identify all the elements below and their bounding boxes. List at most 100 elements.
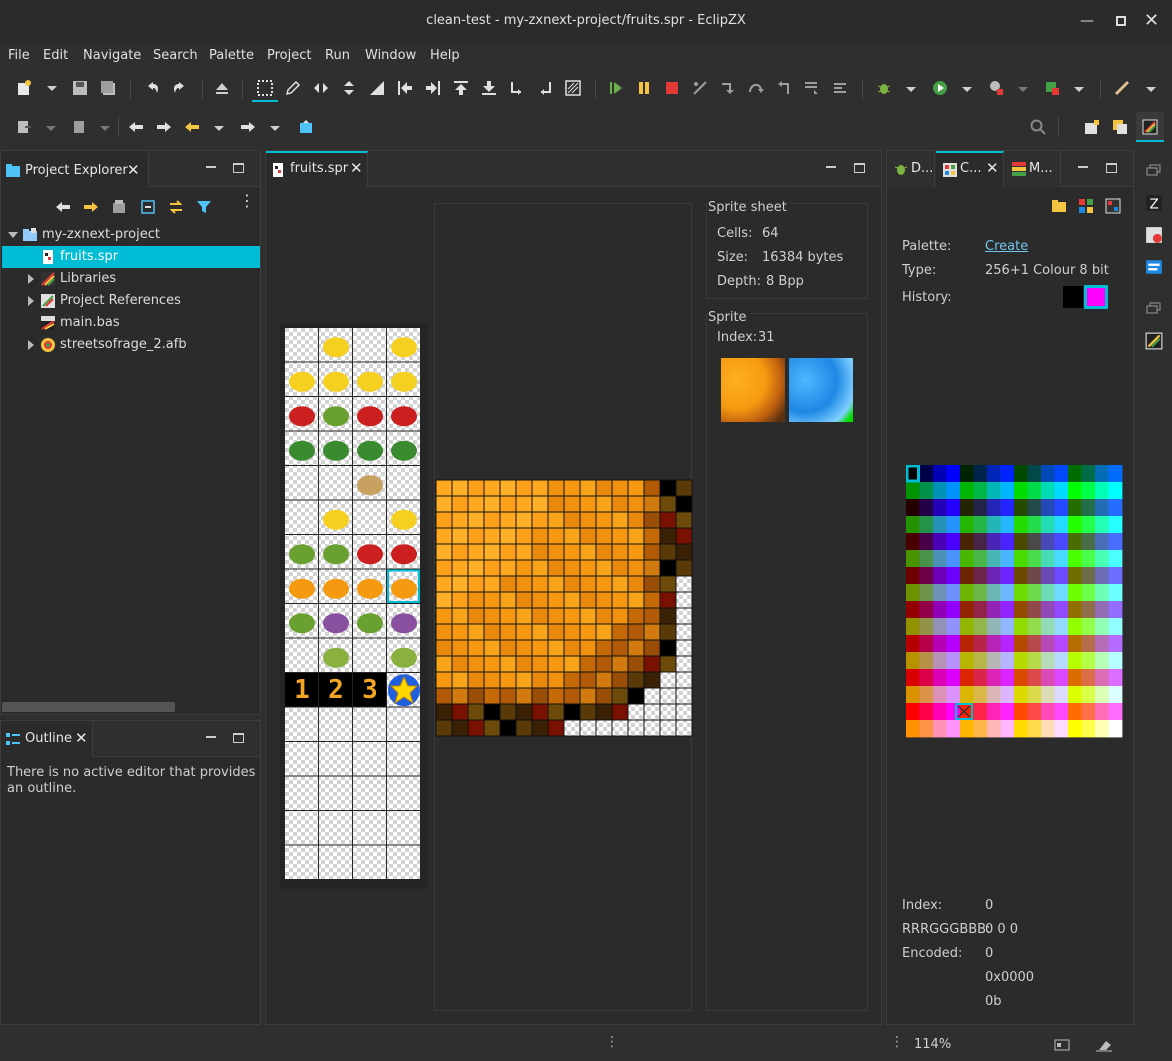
view-menu-icon[interactable]: ⋮ [239, 193, 255, 209]
pixel-cell[interactable] [499, 527, 517, 545]
palette-swatch[interactable] [946, 533, 961, 551]
palette-swatch[interactable] [933, 720, 947, 738]
palette-swatch[interactable] [987, 465, 1001, 483]
pixel-cell[interactable] [451, 559, 469, 577]
pixel-cell[interactable] [659, 543, 677, 561]
palette-swatch[interactable] [1014, 482, 1028, 500]
pixel-cell[interactable] [467, 527, 485, 545]
import-dropdown-icon[interactable] [46, 126, 56, 131]
pixel-cell[interactable] [675, 687, 693, 705]
palette-swatch[interactable] [1041, 635, 1055, 653]
palette-swatch[interactable] [1000, 567, 1015, 585]
pixel-cell[interactable] [547, 671, 565, 689]
palette-swatch[interactable] [960, 567, 974, 585]
palette-swatch[interactable] [1054, 516, 1069, 534]
next-annotation-icon[interactable] [156, 119, 172, 135]
palette-swatch[interactable] [933, 669, 947, 687]
pixel-cell[interactable] [515, 575, 533, 593]
pixel-cell[interactable] [499, 479, 517, 497]
pixel-cell[interactable] [515, 479, 533, 497]
palette-swatch[interactable] [1054, 703, 1069, 721]
palette-swatch[interactable] [1014, 652, 1028, 670]
pixel-cell[interactable] [627, 655, 645, 673]
sprite-cell[interactable] [319, 776, 352, 811]
pixel-cell[interactable] [627, 575, 645, 593]
use-step-filters-icon[interactable] [832, 80, 848, 96]
palette-swatch[interactable] [919, 618, 934, 636]
pixel-cell[interactable] [435, 687, 453, 705]
palette-swatch[interactable] [946, 720, 961, 738]
palette-swatch[interactable] [946, 482, 961, 500]
shift-left-icon[interactable] [397, 80, 413, 96]
palette-swatch[interactable] [1041, 669, 1055, 687]
palette-swatch[interactable] [906, 516, 920, 534]
palette-swatch[interactable] [1054, 618, 1069, 636]
palette-swatch[interactable] [973, 584, 988, 602]
tree-item-main-bas[interactable]: main.bas [2, 312, 260, 334]
pixel-cell[interactable] [467, 559, 485, 577]
palette-swatch[interactable] [1081, 465, 1096, 483]
palette-swatch[interactable] [906, 652, 920, 670]
pixel-cell[interactable] [547, 543, 565, 561]
pixel-cell[interactable] [499, 575, 517, 593]
palette-swatch[interactable] [906, 550, 920, 568]
palette-swatch[interactable] [1041, 720, 1055, 738]
pixel-cell[interactable] [467, 719, 485, 737]
pixel-cell[interactable] [467, 591, 485, 609]
pixel-cell[interactable] [595, 559, 613, 577]
pixel-cell[interactable] [675, 655, 693, 673]
clear-icon[interactable] [565, 80, 581, 96]
sprite-cell[interactable] [353, 328, 386, 362]
pixel-cell[interactable] [515, 639, 533, 657]
tab-fruits-spr[interactable]: fruits.spr ✕ [266, 151, 368, 187]
coverage-dropdown-icon[interactable] [1074, 87, 1084, 92]
palette-swatch[interactable] [1081, 618, 1096, 636]
pixel-cell[interactable] [563, 703, 581, 721]
pixel-cell[interactable] [531, 639, 549, 657]
pixel-cell[interactable] [499, 607, 517, 625]
back-icon[interactable] [55, 199, 71, 215]
tree-item-fruits-spr[interactable]: fruits.spr [2, 246, 260, 268]
pixel-cell[interactable] [595, 495, 613, 513]
play-icon[interactable] [608, 80, 624, 96]
palette-swatch[interactable] [919, 533, 934, 551]
eject-icon[interactable] [214, 80, 230, 96]
pixel-cell[interactable] [627, 639, 645, 657]
pixel-cell[interactable] [483, 687, 501, 705]
palette-swatch[interactable] [987, 567, 1001, 585]
pixel-cell[interactable] [451, 607, 469, 625]
filter-icon[interactable] [196, 199, 212, 215]
up-icon[interactable] [111, 199, 127, 215]
palette-swatch[interactable] [987, 550, 1001, 568]
palette-swatch[interactable] [1027, 584, 1042, 602]
palette-swatch[interactable] [1095, 601, 1109, 619]
sprite-cell[interactable] [319, 466, 352, 500]
palette-swatch[interactable] [1000, 465, 1015, 483]
palette-swatch[interactable] [1054, 601, 1069, 619]
palette-swatch[interactable] [1041, 567, 1055, 585]
sprite-cell[interactable] [353, 638, 386, 673]
zxnext-perspective-button[interactable] [1136, 112, 1164, 142]
pixel-cell[interactable] [515, 495, 533, 513]
pixel-cell[interactable] [611, 479, 629, 497]
pixel-cell[interactable] [467, 623, 485, 641]
close-window-button[interactable]: ✕ [1144, 12, 1159, 30]
palette-swatch[interactable] [1041, 482, 1055, 500]
step-into-icon[interactable] [720, 80, 736, 96]
pixel-cell[interactable] [643, 655, 661, 673]
palette-swatch[interactable] [933, 686, 947, 704]
pixel-cell[interactable] [563, 655, 581, 673]
palette-swatch[interactable] [1000, 533, 1015, 551]
forward-icon[interactable] [240, 119, 256, 135]
sprite-cell[interactable] [285, 776, 318, 811]
pixel-cell[interactable] [675, 639, 693, 657]
pixel-cell[interactable] [451, 703, 469, 721]
pixel-cell[interactable] [611, 511, 629, 529]
pixel-cell[interactable] [483, 527, 501, 545]
palette-swatch[interactable] [1081, 516, 1096, 534]
palette-swatch[interactable] [1054, 482, 1069, 500]
pixel-cell[interactable] [643, 639, 661, 657]
palette-swatch[interactable] [1068, 533, 1082, 551]
pixel-cell[interactable] [435, 639, 453, 657]
pixel-cell[interactable] [483, 575, 501, 593]
